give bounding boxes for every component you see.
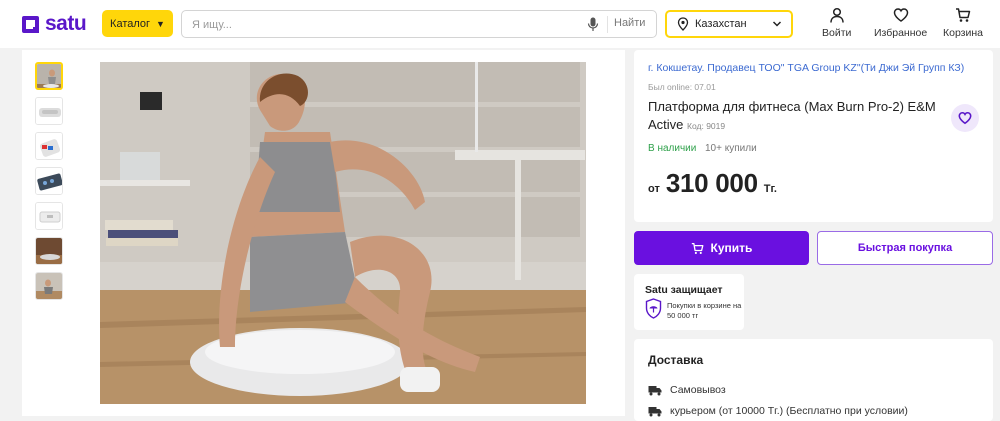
product-photo xyxy=(100,62,586,404)
seller-link[interactable]: г. Кокшетау. Продавец ТОО" TGA Group KZ"… xyxy=(648,62,964,74)
map-pin-icon xyxy=(677,17,689,31)
product-code: Код: 9019 xyxy=(687,121,726,131)
purchases-count: 10+ купили xyxy=(705,143,757,154)
delivery-title: Доставка xyxy=(648,353,704,367)
product-main-image[interactable] xyxy=(100,62,586,404)
favorites-button[interactable]: Избранное xyxy=(874,7,927,39)
thumbnail-image xyxy=(36,98,62,124)
catalog-button[interactable]: Каталог ▼ xyxy=(102,10,173,37)
delivery-option-courier: курьером (от 10000 Тг.) (Бесплатно при у… xyxy=(648,405,908,417)
delivery-option-label: курьером (от 10000 Тг.) (Бесплатно при у… xyxy=(670,405,908,417)
gallery-thumbnail-5[interactable] xyxy=(35,202,63,230)
truck-icon xyxy=(648,385,662,395)
thumbnail-image xyxy=(36,238,62,264)
cart-icon xyxy=(956,8,971,22)
search-bar: Найти xyxy=(181,10,657,38)
catalog-label: Каталог xyxy=(110,17,151,30)
gallery-thumbnail-6[interactable] xyxy=(35,237,63,265)
price: от 310 000 Тг. xyxy=(648,168,777,199)
favorites-label: Избранное xyxy=(874,27,928,39)
chevron-down-icon: ▼ xyxy=(156,18,165,29)
cart-button[interactable]: Корзина xyxy=(943,7,983,39)
search-input[interactable] xyxy=(192,16,572,33)
product-info-card: г. Кокшетау. Продавец ТОО" TGA Group KZ"… xyxy=(634,50,993,222)
cart-label: Корзина xyxy=(943,27,983,39)
protection-title: Satu защищает xyxy=(645,284,723,296)
buy-button[interactable]: Купить xyxy=(634,231,809,265)
heart-icon xyxy=(958,111,972,125)
region-label: Казахстан xyxy=(695,18,747,30)
logo-text: satu xyxy=(45,12,87,35)
user-icon xyxy=(829,7,844,23)
truck-icon xyxy=(648,406,662,416)
microphone-icon[interactable] xyxy=(587,17,599,32)
cart-icon xyxy=(691,242,703,254)
login-label: Войти xyxy=(822,27,852,39)
thumbnail-image xyxy=(36,133,62,159)
quick-buy-button[interactable]: Быстрая покупка xyxy=(817,231,993,265)
thumbnail-image xyxy=(37,64,61,88)
product-gallery xyxy=(22,50,625,416)
thumbnail-image xyxy=(36,273,62,299)
seller-last-online: Был online: 07.01 xyxy=(648,82,716,92)
heart-icon xyxy=(893,8,908,22)
availability-status: В наличии xyxy=(648,143,697,154)
protection-text: Покупки в корзине на 50 000 тг xyxy=(667,301,742,320)
gallery-thumbnail-4[interactable] xyxy=(35,167,63,195)
price-amount: 310 000 xyxy=(665,168,758,198)
buyer-protection-card[interactable]: Satu защищает Покупки в корзине на 50 00… xyxy=(634,274,744,330)
region-selector[interactable]: Казахстан xyxy=(665,10,793,38)
add-to-favorites-button[interactable] xyxy=(951,104,979,132)
search-button[interactable]: Найти xyxy=(614,17,645,29)
logo[interactable]: satu xyxy=(22,12,87,36)
thumbnail-image xyxy=(36,168,62,194)
delivery-option-pickup: Самовывоз xyxy=(648,384,726,396)
price-currency: Тг. xyxy=(763,183,777,195)
delivery-card: Доставка Самовывоз курьером (от 10000 Тг… xyxy=(634,339,993,421)
buy-button-label: Купить xyxy=(710,241,753,255)
gallery-thumbnail-1[interactable] xyxy=(35,62,63,90)
chevron-down-icon xyxy=(772,21,782,27)
gallery-thumbnail-3[interactable] xyxy=(35,132,63,160)
product-title: Платформа для фитнеса (Max Burn Pro-2) E… xyxy=(648,98,948,135)
search-divider xyxy=(607,16,608,33)
gallery-thumbnail-2[interactable] xyxy=(35,97,63,125)
gallery-thumbnail-7[interactable] xyxy=(35,272,63,300)
logo-mark-icon xyxy=(22,15,39,33)
shield-umbrella-icon xyxy=(645,298,662,319)
price-prefix: от xyxy=(648,183,660,195)
delivery-option-label: Самовывоз xyxy=(670,384,726,396)
header: satu Каталог ▼ Найти Казахстан Войти xyxy=(0,0,1000,48)
thumbnail-image xyxy=(36,203,62,229)
quick-buy-label: Быстрая покупка xyxy=(857,242,953,254)
login-button[interactable]: Войти xyxy=(822,7,851,39)
